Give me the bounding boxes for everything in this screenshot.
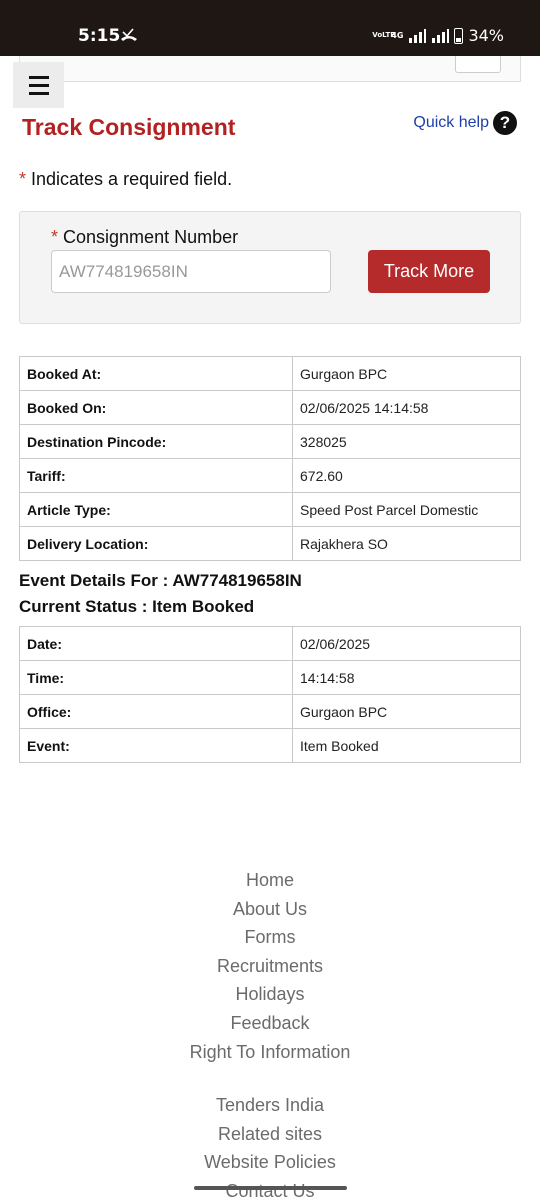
required-star: * [19,169,27,189]
booked-on-value: 02/06/2025 14:14:58 [292,390,521,425]
footer-link-about-us[interactable]: About Us [0,895,540,924]
signal-icon [409,28,427,43]
hamburger-icon-line [28,75,49,79]
destination-pincode-label: Destination Pincode: [19,424,293,459]
footer-link-right-to-information[interactable]: Right To Information [0,1038,540,1067]
footer-link-related-sites[interactable]: Related sites [0,1120,540,1149]
table-row: Office: Gurgaon BPC [19,694,521,729]
destination-pincode-value: 328025 [292,424,521,459]
table-row: Booked On: 02/06/2025 14:14:58 [19,390,521,425]
page-title: Track Consignment [22,114,236,140]
menu-button[interactable] [13,62,64,108]
current-status-heading: Current Status : Item Booked [19,597,255,616]
table-row: Article Type: Speed Post Parcel Domestic [19,492,521,527]
article-type-label: Article Type: [19,492,293,527]
missed-call-icon [121,28,137,41]
booked-at-value: Gurgaon BPC [292,356,521,391]
article-type-value: Speed Post Parcel Domestic [292,492,521,527]
consignment-label-text: Consignment Number [58,227,239,247]
quick-help-link[interactable]: Quick help [413,114,489,132]
event-time-label: Time: [19,660,293,695]
status-time: 5:15 [78,26,121,46]
event-date-label: Date: [19,626,293,661]
footer-link-forms[interactable]: Forms [0,923,540,952]
event-label: Event: [19,728,293,763]
event-value: Item Booked [292,728,521,763]
required-star: * [51,227,59,247]
booking-details-table: Booked At: Gurgaon BPC Booked On: 02/06/20… [19,356,521,561]
hamburger-icon-line [28,91,49,95]
footer-link-website-policies[interactable]: Website Policies [0,1148,540,1177]
battery-icon [454,27,464,44]
booked-at-label: Booked At: [19,356,293,391]
table-row: Delivery Location: Rajakhera SO [19,526,521,561]
tariff-label: Tariff: [19,458,293,493]
footer-link-tenders-india[interactable]: Tenders India [0,1091,540,1120]
event-details-table: Date: 02/06/2025 Time: 14:14:58 Office: Gur… [19,626,521,763]
delivery-location-label: Delivery Location: [19,526,293,561]
footer-link-holidays[interactable]: Holidays [0,980,540,1009]
footer-link-feedback[interactable]: Feedback [0,1009,540,1038]
table-row: Tariff: 672.60 [19,458,521,493]
header-frame [19,56,521,82]
booked-on-label: Booked On: [19,390,293,425]
track-more-button[interactable]: Track More [368,250,490,293]
header-frame-button[interactable] [455,56,501,73]
event-details-heading: Event Details For : AW774819658IN [19,571,302,590]
table-row: Time: 14:14:58 [19,660,521,695]
consignment-number-input[interactable] [51,250,331,293]
consignment-number-label: * Consignment Number [51,227,238,248]
event-date-value: 02/06/2025 [292,626,521,661]
tariff-value: 672.60 [292,458,521,493]
event-time-value: 14:14:58 [292,660,521,695]
footer-spacer [0,1066,540,1091]
delivery-location-value: Rajakhera SO [292,526,521,561]
table-row: Booked At: Gurgaon BPC [19,356,521,391]
footer-links: Home About Us Forms Recruitments Holiday… [0,866,540,1200]
quick-help[interactable]: Quick help ? [413,111,517,135]
status-icons: VoLTE 4G 34% [372,26,504,45]
network-type-icon: 4G [391,31,404,40]
status-bar: 5:15 VoLTE 4G 34% [0,0,540,56]
event-office-label: Office: [19,694,293,729]
event-office-value: Gurgaon BPC [292,694,521,729]
tracking-form: * Consignment Number Track More [19,211,521,324]
footer-link-recruitments[interactable]: Recruitments [0,952,540,981]
signal-icon-2 [432,28,450,43]
volte-icon: VoLTE [372,31,395,39]
table-row: Date: 02/06/2025 [19,626,521,661]
table-row: Event: Item Booked [19,728,521,763]
home-indicator[interactable] [194,1186,347,1190]
hamburger-icon-line [28,83,49,87]
battery-percent: 34% [468,26,504,45]
footer-link-home[interactable]: Home [0,866,540,895]
required-note-text: Indicates a required field. [26,169,233,189]
help-icon[interactable]: ? [493,111,517,135]
table-row: Destination Pincode: 328025 [19,424,521,459]
required-field-note: * Indicates a required field. [19,169,232,190]
